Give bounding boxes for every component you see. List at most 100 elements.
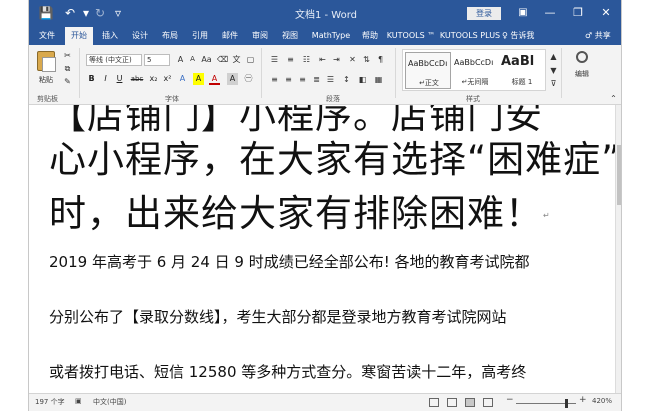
zoom-level[interactable]: 420% bbox=[592, 397, 612, 405]
proofing-icon[interactable]: ▣ bbox=[75, 397, 82, 405]
word-count[interactable]: 197 个字 bbox=[35, 397, 65, 407]
enclose-char-icon[interactable]: ㊀ bbox=[243, 73, 254, 84]
styles-group-label: 样式 bbox=[466, 95, 480, 103]
style-sample: AaBl bbox=[501, 54, 535, 69]
bullets-icon[interactable]: ☰ bbox=[269, 54, 280, 65]
scrollbar-thumb[interactable] bbox=[617, 145, 621, 205]
clear-format-icon[interactable]: ⌫ bbox=[217, 54, 228, 65]
char-shading-button[interactable]: A bbox=[227, 73, 238, 85]
show-marks-icon[interactable]: ¶ bbox=[375, 54, 386, 65]
borders-icon[interactable]: ▦ bbox=[373, 74, 384, 85]
minimize-button[interactable]: — bbox=[539, 4, 561, 22]
change-case-icon[interactable]: Aa bbox=[201, 54, 212, 65]
zoom-in-button[interactable]: + bbox=[579, 395, 587, 405]
tab-kutools[interactable]: KUTOOLS ™ bbox=[385, 27, 437, 45]
styles-scroll-down-icon[interactable]: ▼ bbox=[548, 65, 559, 76]
share-button[interactable]: ♂ 共享 bbox=[585, 27, 611, 45]
web-layout-icon[interactable] bbox=[483, 398, 493, 407]
style-no-spacing[interactable]: AaBbCcDı ↵无间隔 bbox=[452, 52, 498, 89]
body-line: 2019 年高考于 6 月 24 日 9 时成绩已经全部公布! 各地的教育考试院… bbox=[49, 253, 530, 271]
styles-scroll-up-icon[interactable]: ▲ bbox=[548, 51, 559, 62]
tab-references[interactable]: 引用 bbox=[187, 27, 213, 45]
collapse-ribbon-icon[interactable]: ⌃ bbox=[608, 93, 619, 104]
italic-button[interactable]: I bbox=[100, 73, 111, 85]
redo-icon[interactable]: ↻ bbox=[91, 5, 109, 21]
bold-button[interactable]: B bbox=[86, 73, 97, 85]
tab-view[interactable]: 视图 bbox=[277, 27, 303, 45]
shading-icon[interactable]: ◧ bbox=[357, 74, 368, 85]
styles-more-icon[interactable]: ⊽ bbox=[548, 78, 559, 89]
editing-button[interactable]: 编辑 bbox=[565, 51, 599, 91]
vertical-scrollbar[interactable] bbox=[615, 105, 621, 393]
sort-icon[interactable]: ⇅ bbox=[361, 54, 372, 65]
ribbon-home: 粘贴 ✂ ⧉ ✎ 剪贴板 等线 (中文正) 5 A A Aa ⌫ 文 ▢ B I… bbox=[29, 45, 621, 105]
group-divider bbox=[561, 48, 562, 98]
style-heading-1[interactable]: AaBl 标题 1 bbox=[499, 52, 545, 89]
increase-indent-icon[interactable]: ⇥ bbox=[331, 54, 342, 65]
font-name-box[interactable]: 等线 (中文正) bbox=[86, 54, 142, 66]
styles-gallery: AaBbCcDı ↵正文 AaBbCcDı ↵无间隔 AaBl 标题 1 bbox=[402, 49, 546, 91]
group-divider bbox=[395, 48, 396, 98]
font-size-box[interactable]: 5 bbox=[144, 54, 170, 66]
customize-toolbar-icon[interactable]: ▿ bbox=[109, 5, 127, 21]
align-right-icon[interactable]: ≡ bbox=[297, 74, 308, 85]
tab-help[interactable]: 帮助 bbox=[357, 27, 383, 45]
tab-file[interactable]: 文件 bbox=[33, 27, 61, 45]
paragraph-group-label: 段落 bbox=[326, 95, 340, 103]
tab-review[interactable]: 审阅 bbox=[247, 27, 273, 45]
copy-icon[interactable]: ⧉ bbox=[62, 63, 73, 74]
char-border-icon[interactable]: ▢ bbox=[245, 54, 256, 65]
document-page[interactable]: 【店铺门】小程序。店铺门安 心小程序，在大家有选择“困难症” 时，出来给大家有排… bbox=[29, 105, 615, 393]
read-mode-icon[interactable] bbox=[447, 398, 457, 407]
tab-layout[interactable]: 布局 bbox=[157, 27, 183, 45]
tab-mailings[interactable]: 邮件 bbox=[217, 27, 243, 45]
tab-mathtype[interactable]: MathType bbox=[307, 27, 355, 45]
search-icon bbox=[576, 51, 588, 63]
phonetic-guide-icon[interactable]: 文 bbox=[231, 54, 242, 65]
subscript-button[interactable]: x₂ bbox=[148, 73, 159, 85]
language[interactable]: 中文(中国) bbox=[93, 397, 126, 407]
close-button[interactable]: ✕ bbox=[595, 4, 617, 22]
line-spacing-icon[interactable]: ↕ bbox=[341, 74, 352, 85]
focus-mode-icon[interactable] bbox=[429, 398, 439, 407]
text-effects-button[interactable]: A bbox=[177, 73, 188, 85]
decrease-indent-icon[interactable]: ⇤ bbox=[317, 54, 328, 65]
paste-button[interactable]: 粘贴 bbox=[35, 49, 57, 91]
zoom-slider-thumb[interactable] bbox=[565, 399, 568, 408]
save-icon[interactable]: 💾 bbox=[37, 5, 55, 21]
login-button[interactable]: 登录 bbox=[467, 7, 501, 20]
superscript-button[interactable]: x² bbox=[162, 73, 173, 85]
font-color-button[interactable]: A bbox=[209, 73, 220, 85]
group-divider bbox=[261, 48, 262, 98]
editing-label: 编辑 bbox=[575, 70, 589, 78]
tab-insert[interactable]: 插入 bbox=[97, 27, 123, 45]
align-center-icon[interactable]: ≡ bbox=[283, 74, 294, 85]
cut-icon[interactable]: ✂ bbox=[62, 50, 73, 61]
highlight-button[interactable]: A bbox=[193, 73, 204, 85]
print-layout-icon[interactable] bbox=[465, 398, 475, 407]
justify-icon[interactable]: ≣ bbox=[311, 74, 322, 85]
body-line: 分别公布了【录取分数线】，考生大部分都是登录地方教育考试院网站 bbox=[49, 308, 507, 326]
grow-font-icon[interactable]: A bbox=[175, 54, 186, 65]
align-left-icon[interactable]: ≡ bbox=[269, 74, 280, 85]
style-sample: AaBbCcDı bbox=[454, 58, 494, 67]
multilevel-list-icon[interactable]: ☷ bbox=[301, 54, 312, 65]
tab-design[interactable]: 设计 bbox=[127, 27, 153, 45]
shrink-font-icon[interactable]: A bbox=[187, 54, 198, 65]
ribbon-tabs: 文件 开始 插入 设计 布局 引用 邮件 审阅 视图 MathType 帮助 K… bbox=[29, 27, 621, 45]
ribbon-display-icon[interactable]: ▣ bbox=[514, 5, 532, 21]
tell-me-search[interactable]: ♀ 告诉我 bbox=[502, 27, 534, 45]
style-normal[interactable]: AaBbCcDı ↵正文 bbox=[405, 52, 451, 89]
underline-button[interactable]: U bbox=[114, 73, 125, 85]
tab-kutools-plus[interactable]: KUTOOLS PLUS bbox=[439, 27, 501, 45]
restore-button[interactable]: ❐ bbox=[567, 4, 589, 22]
numbering-icon[interactable]: ≡ bbox=[285, 54, 296, 65]
chinese-layout-icon[interactable]: ✕ bbox=[347, 54, 358, 65]
distributed-icon[interactable]: ☰ bbox=[325, 74, 336, 85]
zoom-out-button[interactable]: − bbox=[506, 395, 514, 405]
word-window: 💾 ↶ ▾ ↻ ▿ 文档1 - Word 登录 ▣ — ❐ ✕ 文件 开始 插入… bbox=[28, 0, 622, 411]
tab-home[interactable]: 开始 bbox=[65, 27, 93, 45]
format-painter-icon[interactable]: ✎ bbox=[62, 76, 73, 87]
strikethrough-button[interactable]: abc bbox=[129, 73, 145, 85]
heading-line: 时，出来给大家有排除困难！ bbox=[49, 192, 543, 235]
